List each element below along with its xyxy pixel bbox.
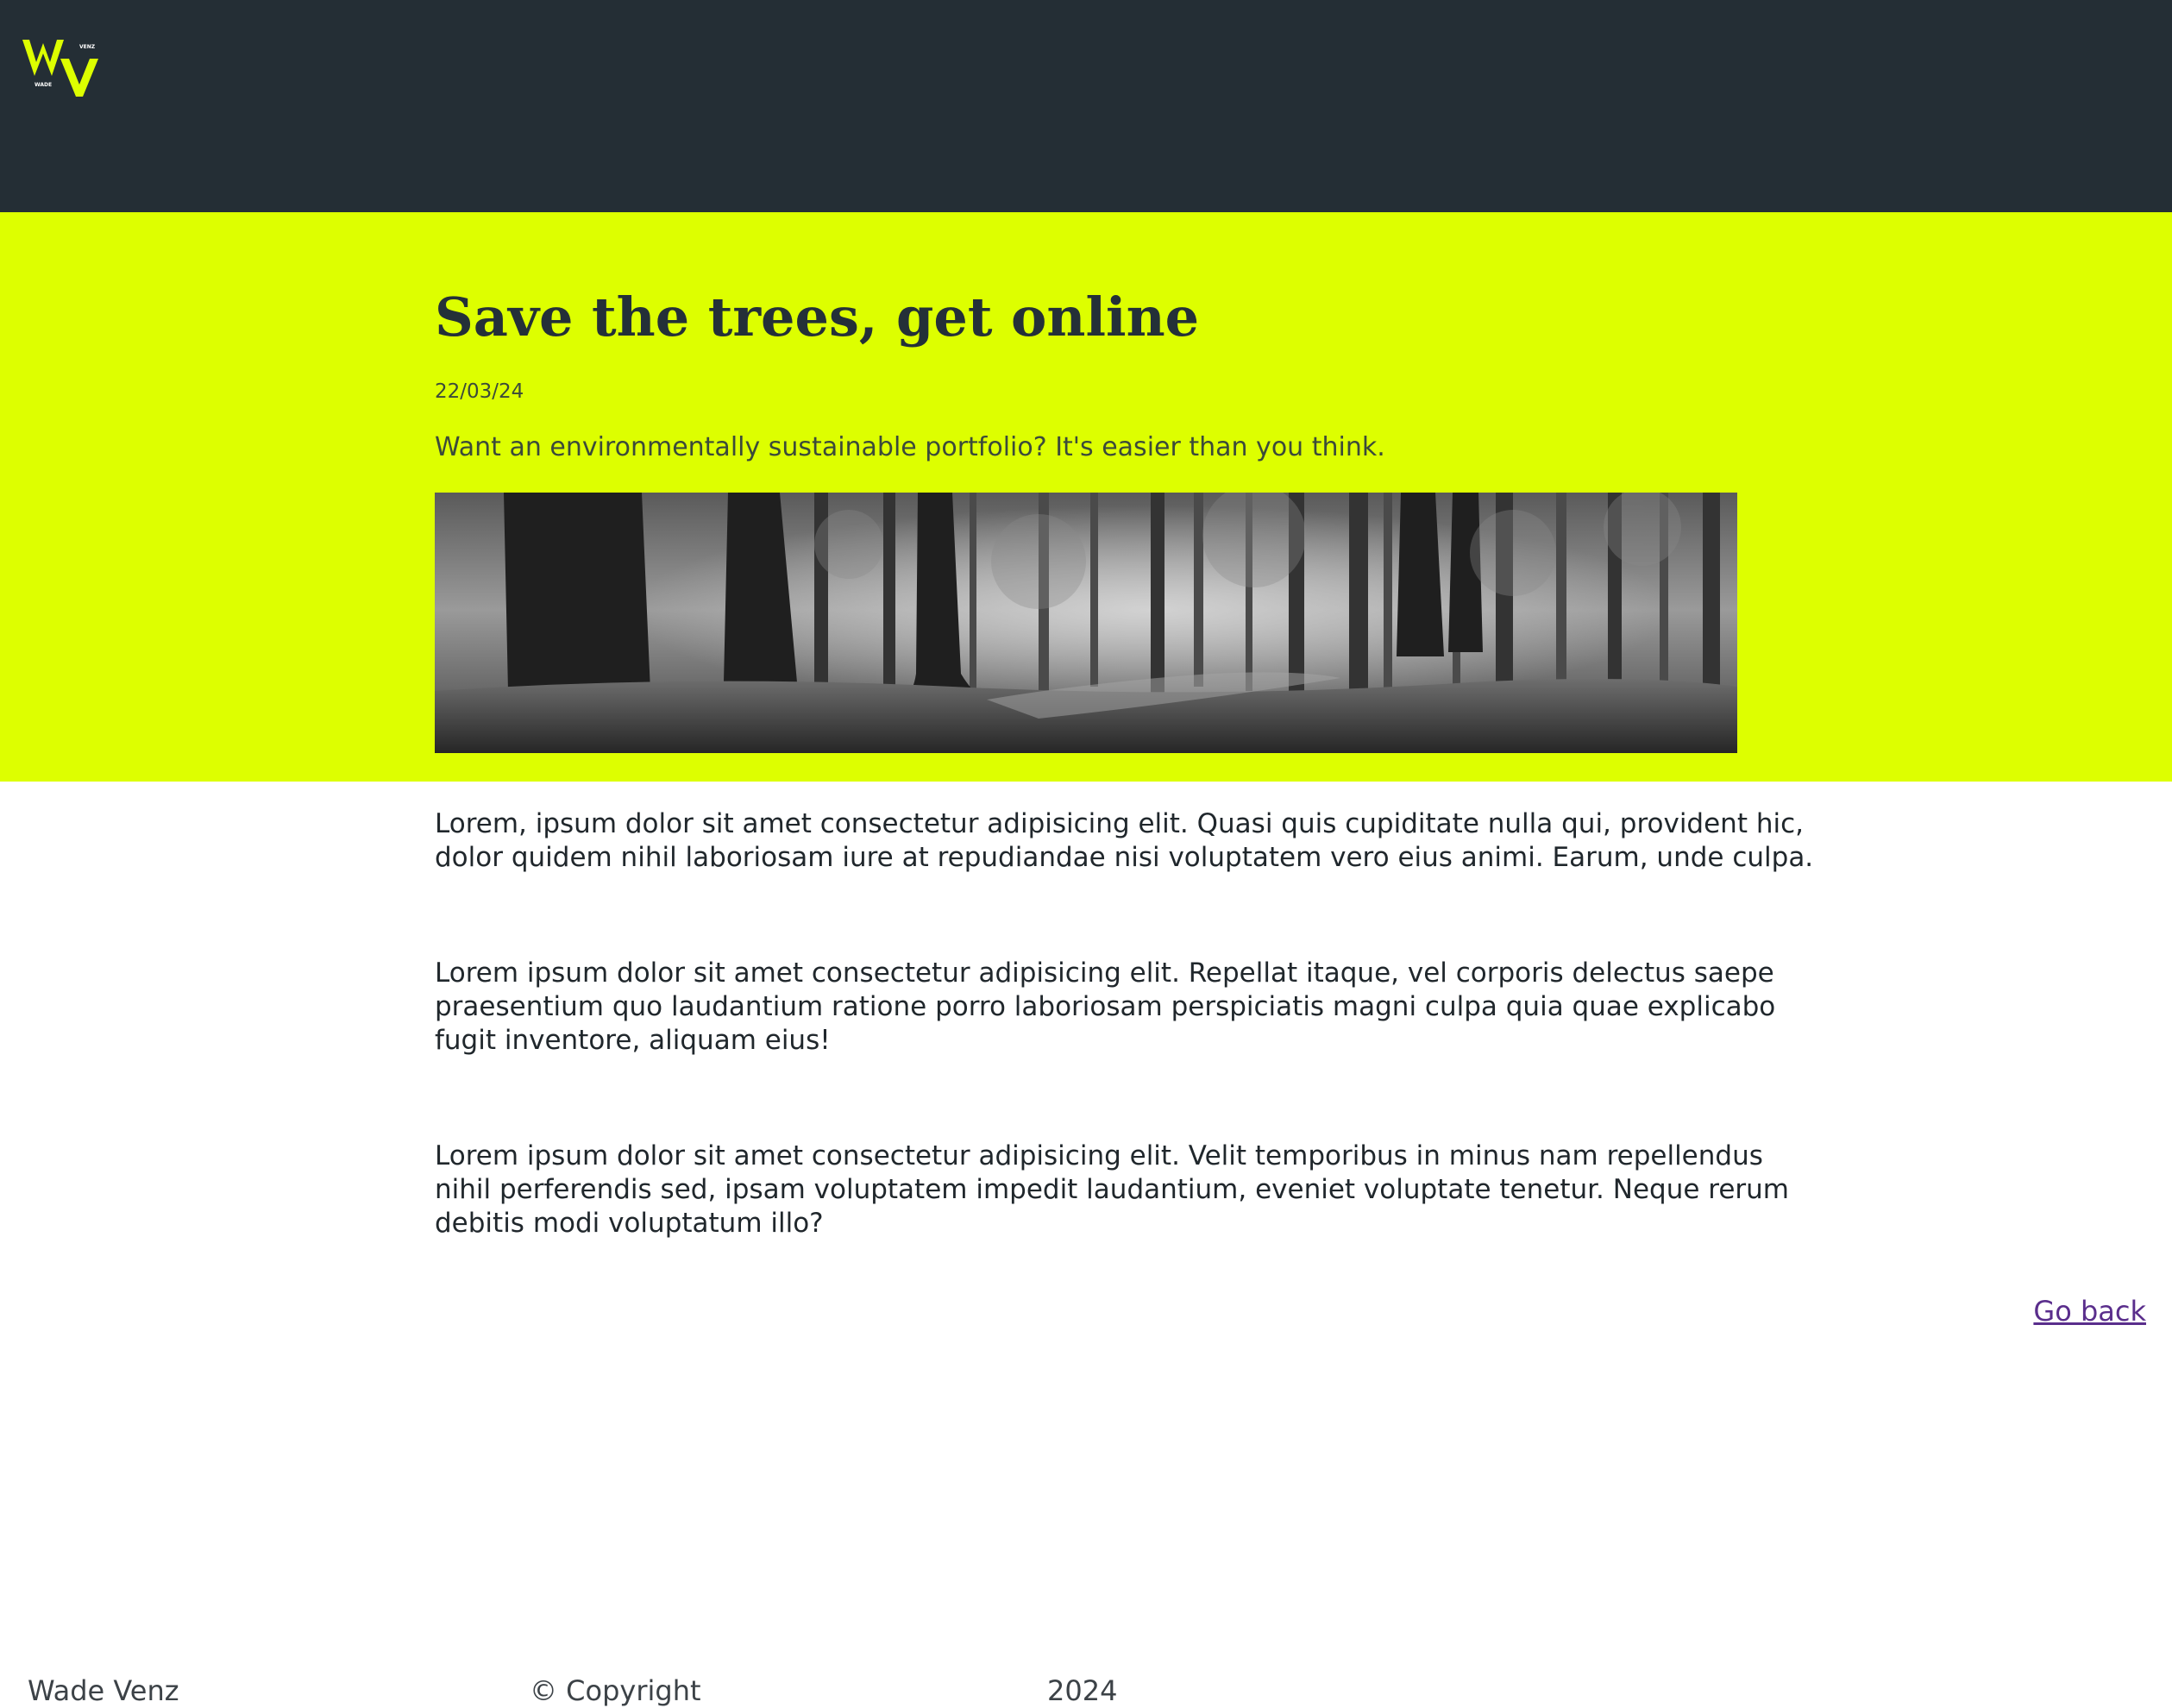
article-body: Lorem, ipsum dolor sit amet consectetur … xyxy=(435,807,1824,1322)
article-subtitle: Want an environmentally sustainable port… xyxy=(435,432,1385,462)
footer-copyright: © Copyright xyxy=(530,1674,701,1707)
forest-image xyxy=(435,493,1737,753)
site-header: VENZ WADE xyxy=(0,0,2172,212)
article-date: 22/03/24 xyxy=(435,380,524,403)
forest-picture xyxy=(435,493,1737,753)
site-footer: Wade Venz © Copyright 2024 xyxy=(0,1673,2172,1708)
article-title: Save the trees, get online xyxy=(435,286,1200,349)
go-back-link[interactable]: Go back xyxy=(2033,1294,2146,1328)
article-paragraph: Lorem ipsum dolor sit amet consectetur a… xyxy=(435,1140,1789,1239)
wv-logo-icon: VENZ WADE xyxy=(22,40,98,97)
article-paragraph: Lorem, ipsum dolor sit amet consectetur … xyxy=(435,808,1814,873)
footer-year: 2024 xyxy=(1047,1674,1118,1707)
site-logo[interactable]: VENZ WADE xyxy=(22,36,104,97)
article-hero: Save the trees, get online 22/03/24 Want… xyxy=(0,212,2172,782)
article-paragraph: Lorem ipsum dolor sit amet consectetur a… xyxy=(435,958,1776,1056)
logo-wade-text: WADE xyxy=(35,82,52,88)
footer-name: Wade Venz xyxy=(28,1674,179,1707)
logo-venz-text: VENZ xyxy=(79,44,96,50)
